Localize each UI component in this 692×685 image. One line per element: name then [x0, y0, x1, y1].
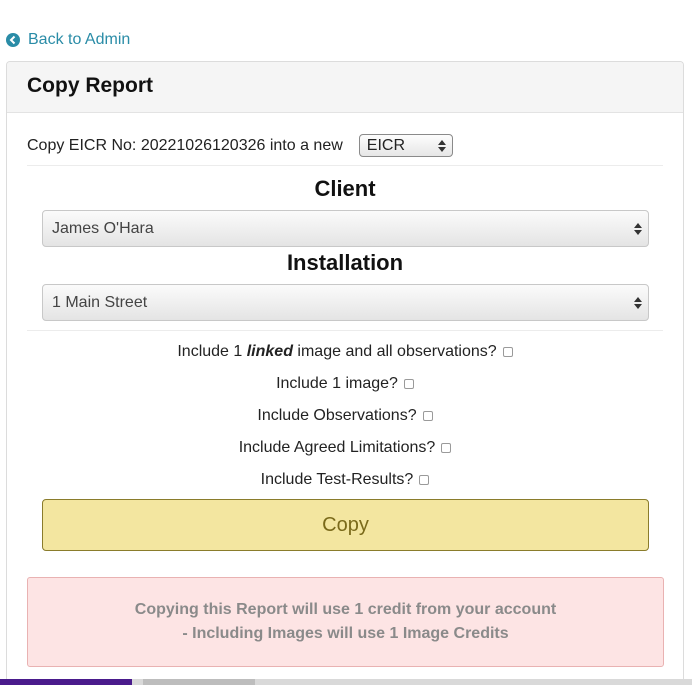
- select-arrows-icon: [437, 139, 446, 152]
- include-linked-option: Include 1 linked image and all observati…: [7, 343, 683, 361]
- installation-heading: Installation: [286, 250, 404, 275]
- taskbar-segment: [143, 679, 255, 685]
- include-test-results-label: Include Test-Results?: [260, 471, 414, 488]
- back-link-label: Back to Admin: [28, 31, 131, 48]
- copy-report-panel: Copy Report Copy EICR No: 20221026120326…: [6, 61, 684, 685]
- installation-select[interactable]: 1 Main Street: [42, 284, 649, 321]
- select-arrows-icon: [634, 222, 642, 235]
- client-heading: Client: [314, 176, 376, 201]
- include-linked-checkbox[interactable]: [502, 347, 513, 357]
- circle-arrow-left-icon: [6, 33, 20, 47]
- back-to-admin-link[interactable]: Back to Admin: [6, 31, 130, 49]
- include-observations-checkbox[interactable]: [422, 411, 433, 421]
- include-limitations-option: Include Agreed Limitations?: [7, 439, 683, 457]
- include-images-label: Include 1 image?: [276, 375, 398, 392]
- copy-report-text: Copy EICR No: 20221026120326 into a new: [27, 136, 343, 154]
- select-arrows-icon: [634, 296, 642, 309]
- include-linked-prefix: Include 1: [177, 343, 243, 360]
- include-images-option: Include 1 image?: [7, 375, 683, 393]
- divider: [27, 330, 663, 331]
- panel-title: Copy Report: [7, 62, 683, 113]
- copy-button[interactable]: Copy: [42, 499, 649, 551]
- taskbar-segment: [0, 679, 132, 685]
- alert-line-2: - Including Images will use 1 Image Cred…: [182, 625, 509, 642]
- include-linked-suffix: image and all observations?: [297, 343, 497, 360]
- include-observations-label: Include Observations?: [257, 407, 417, 424]
- alert-line-1: Copying this Report will use 1 credit fr…: [134, 601, 557, 618]
- copy-report-row: Copy EICR No: 20221026120326 into a new …: [27, 134, 663, 157]
- report-type-select[interactable]: EICR: [358, 134, 453, 157]
- include-limitations-checkbox[interactable]: [441, 443, 452, 453]
- include-images-checkbox[interactable]: [403, 379, 414, 389]
- include-test-results-option: Include Test-Results?: [7, 471, 683, 489]
- credit-warning-alert: Copying this Report will use 1 credit fr…: [27, 577, 664, 667]
- bottom-taskbar-strip: [0, 679, 692, 685]
- client-select[interactable]: James O'Hara: [42, 210, 649, 247]
- include-linked-word: linked: [246, 343, 293, 360]
- include-test-results-checkbox[interactable]: [419, 475, 430, 485]
- divider: [27, 165, 663, 166]
- include-limitations-label: Include Agreed Limitations?: [238, 439, 436, 456]
- client-select-value: James O'Hara: [52, 219, 154, 237]
- report-type-value: EICR: [366, 136, 406, 154]
- installation-select-value: 1 Main Street: [52, 293, 148, 311]
- include-observations-option: Include Observations?: [7, 407, 683, 425]
